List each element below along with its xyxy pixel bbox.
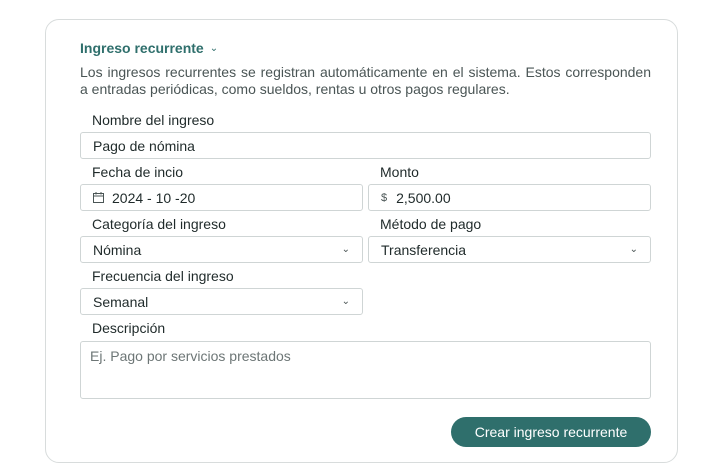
date-input-value: 2024 - 10 -20	[112, 189, 196, 206]
amount-label: Monto	[380, 164, 419, 180]
chevron-down-icon: ⌄	[629, 244, 638, 255]
amount-input-value: 2,500.00	[396, 189, 451, 206]
date-input[interactable]: 2024 - 10 -20	[80, 184, 363, 211]
category-label: Categoría del ingreso	[92, 216, 226, 232]
method-select[interactable]: Transferencia ⌄	[368, 236, 651, 263]
form-title-toggle[interactable]: Ingreso recurrente ⌄	[80, 40, 218, 56]
chevron-down-icon: ⌄	[209, 42, 219, 54]
name-input[interactable]: Pago de nómina	[80, 132, 651, 159]
currency-icon: $	[381, 191, 388, 204]
form-title: Ingreso recurrente	[80, 40, 204, 56]
description-label: Descripción	[92, 320, 166, 336]
method-select-value: Transferencia	[381, 241, 467, 258]
create-recurring-income-button[interactable]: Crear ingreso recurrente	[451, 417, 651, 447]
chevron-down-icon: ⌄	[341, 244, 350, 255]
date-label: Fecha de incio	[92, 164, 184, 180]
category-select[interactable]: Nómina ⌄	[80, 236, 363, 263]
frequency-select-value: Semanal	[93, 293, 149, 310]
frequency-label: Frecuencia del ingreso	[92, 268, 234, 284]
amount-input[interactable]: $ 2,500.00	[368, 184, 651, 211]
calendar-icon	[93, 192, 104, 203]
description-placeholder: Ej. Pago por servicios prestados	[90, 348, 291, 364]
category-select-value: Nómina	[93, 241, 142, 258]
description-textarea[interactable]: Ej. Pago por servicios prestados	[80, 341, 651, 399]
chevron-down-icon: ⌄	[341, 296, 350, 307]
form-description: Los ingresos recurrentes se registran au…	[80, 64, 651, 97]
name-input-value: Pago de nómina	[93, 137, 195, 154]
method-label: Método de pago	[380, 216, 482, 232]
frequency-select[interactable]: Semanal ⌄	[80, 288, 363, 315]
name-label: Nombre del ingreso	[92, 112, 215, 128]
